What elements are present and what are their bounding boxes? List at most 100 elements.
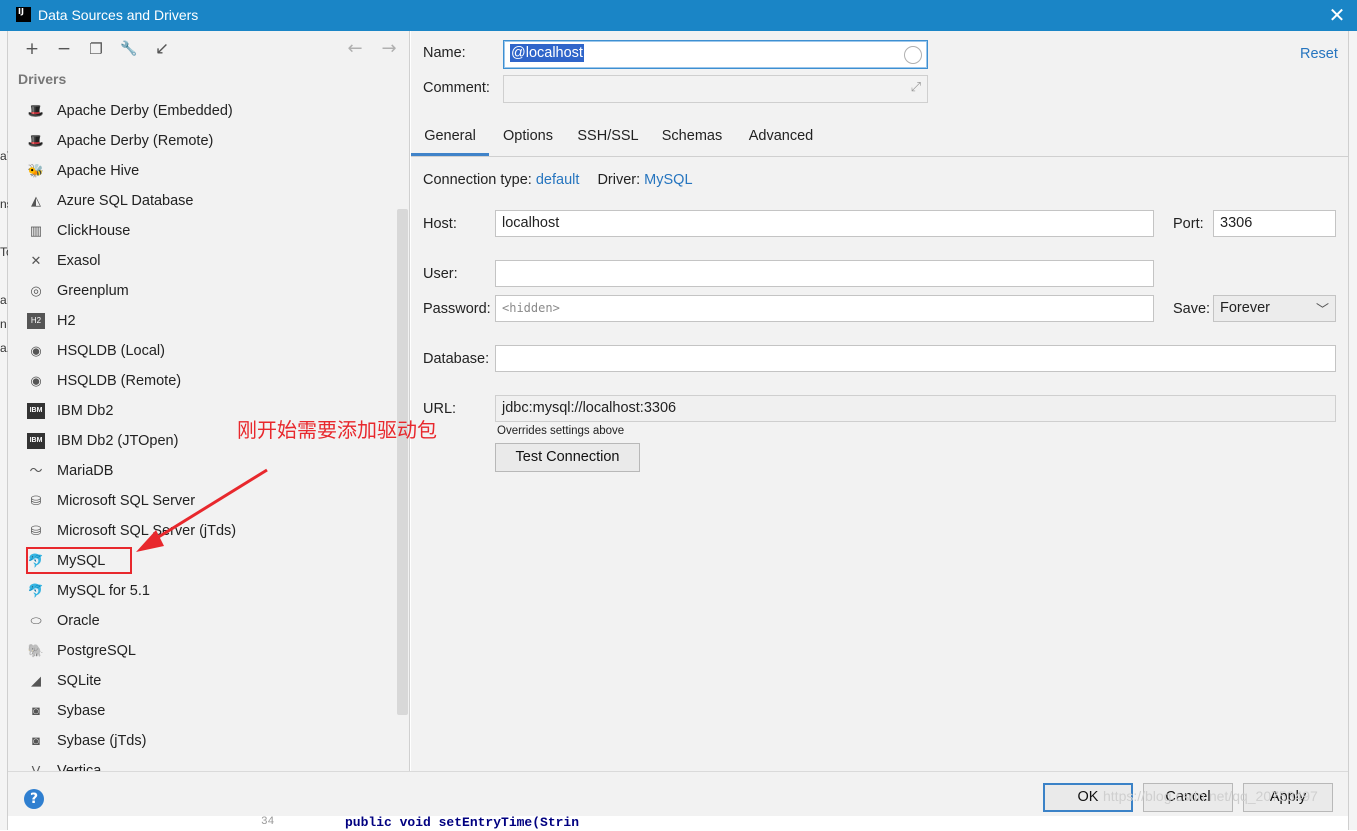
driver-label: Microsoft SQL Server (jTds) <box>57 523 237 539</box>
save-select-value: Forever <box>1220 300 1270 316</box>
driver-item-oracle[interactable]: ⬭ Oracle <box>8 606 396 636</box>
tab-ssh-ssl[interactable]: SSH/SSL <box>571 119 645 156</box>
duplicate-icon[interactable]: ❐ <box>84 37 108 61</box>
driver-item-mysql-for-5-1[interactable]: 🐬 MySQL for 5.1 <box>8 576 396 606</box>
drivers-panel: + − ❐ 🔧 ↙ ← → Drivers 🎩 Apache Derby (Emb… <box>8 31 410 771</box>
tab-general[interactable]: General <box>411 119 489 156</box>
driver-item-sybase-jtds[interactable]: ◙ Sybase (jTds) <box>8 726 396 756</box>
close-icon[interactable]: ✕ <box>1324 3 1350 27</box>
user-input[interactable] <box>495 260 1154 287</box>
code-text: public void setEntryTime(Strin <box>345 815 580 830</box>
driver-label: Microsoft SQL Server <box>57 493 196 509</box>
driver-item-exasol[interactable]: ✕ Exasol <box>8 246 396 276</box>
driver-item-postgresql[interactable]: 🐘 PostgreSQL <box>8 636 396 666</box>
import-icon[interactable]: ↙ <box>150 37 174 61</box>
driver-item-greenplum[interactable]: ◎ Greenplum <box>8 276 396 306</box>
host-input[interactable]: localhost <box>495 210 1154 237</box>
help-icon[interactable]: ? <box>24 789 44 809</box>
color-circle-icon[interactable] <box>904 46 922 64</box>
driver-item-hsqldb-remote[interactable]: ◉ HSQLDB (Remote) <box>8 366 396 396</box>
background-text: n <box>0 317 7 331</box>
derby-icon: 🎩 <box>27 103 45 118</box>
connection-type-link[interactable]: default <box>536 172 580 188</box>
host-label: Host: <box>423 216 457 232</box>
database-label: Database: <box>423 351 490 367</box>
driver-label: PostgreSQL <box>57 643 136 659</box>
driver-item-apache-derby-embedded[interactable]: 🎩 Apache Derby (Embedded) <box>8 96 396 126</box>
driver-item-mariadb[interactable]: 〜 MariaDB <box>8 456 396 486</box>
chevron-down-icon: ﹀ <box>1315 302 1329 317</box>
remove-icon[interactable]: − <box>52 37 76 61</box>
database-input[interactable] <box>495 345 1336 372</box>
comment-input[interactable]: ⤢ <box>503 75 928 103</box>
greenplum-icon: ◎ <box>30 283 42 298</box>
driver-label: HSQLDB (Local) <box>57 343 165 359</box>
driver-item-clickhouse[interactable]: ▥ ClickHouse <box>8 216 396 246</box>
window-title: Data Sources and Drivers <box>38 7 199 23</box>
clickhouse-icon: ▥ <box>29 223 43 238</box>
postgresql-icon: 🐘 <box>27 643 45 658</box>
driver-link[interactable]: MySQL <box>644 172 692 188</box>
driver-label: Azure SQL Database <box>57 193 194 209</box>
driver-label: Apache Derby (Remote) <box>57 133 214 149</box>
driver-item-apache-hive[interactable]: 🐝 Apache Hive <box>8 156 396 186</box>
azure-icon: ◭ <box>31 193 41 208</box>
ibm-db2-icon: IBM <box>27 403 45 419</box>
sybase-icon: ◙ <box>32 703 40 718</box>
driver-item-h2[interactable]: H2 H2 <box>8 306 396 336</box>
title-bar: IJ Data Sources and Drivers ✕ <box>0 0 1357 31</box>
tab-schemas[interactable]: Schemas <box>653 119 731 156</box>
hsqldb-icon: ◉ <box>30 343 42 358</box>
port-input[interactable]: 3306 <box>1213 210 1336 237</box>
name-label: Name: <box>423 45 466 61</box>
driver-item-microsoft-sql-server[interactable]: ⛁ Microsoft SQL Server <box>8 486 396 516</box>
driver-label: MySQL for 5.1 <box>57 583 150 599</box>
sqlite-icon: ◢ <box>31 673 41 688</box>
driver-item-sqlite[interactable]: ◢ SQLite <box>8 666 396 696</box>
sybase-icon: ◙ <box>32 733 40 748</box>
name-input[interactable]: @localhost <box>503 40 928 69</box>
expand-icon[interactable]: ⤢ <box>911 74 921 99</box>
driver-label: HSQLDB (Remote) <box>57 373 182 389</box>
driver-item-apache-derby-remote[interactable]: 🎩 Apache Derby (Remote) <box>8 126 396 156</box>
drivers-header: Drivers <box>18 71 67 87</box>
background-text: a <box>0 293 7 307</box>
driver-label: IBM Db2 <box>57 403 114 419</box>
driver-label: Apache Hive <box>57 163 140 179</box>
forward-arrow-icon[interactable]: → <box>377 37 401 61</box>
driver-item-vertica[interactable]: V Vertica <box>8 756 396 771</box>
driver-label: Oracle <box>57 613 100 629</box>
test-connection-button[interactable]: Test Connection <box>495 443 640 472</box>
mysql-icon: 🐬 <box>27 583 45 598</box>
driver-label: SQLite <box>57 673 102 689</box>
url-hint: Overrides settings above <box>497 425 625 437</box>
driver-label: Vertica <box>57 763 102 771</box>
url-input[interactable]: jdbc:mysql://localhost:3306 <box>495 395 1336 422</box>
tab-advanced[interactable]: Advanced <box>739 119 823 156</box>
driver-item-azure-sql-database[interactable]: ◭ Azure SQL Database <box>8 186 396 216</box>
comment-label: Comment: <box>423 80 490 96</box>
name-value: @localhost <box>510 44 584 62</box>
driver-item-hsqldb-local[interactable]: ◉ HSQLDB (Local) <box>8 336 396 366</box>
driver-item-microsoft-sql-server-jtds[interactable]: ⛁ Microsoft SQL Server (jTds) <box>8 516 396 546</box>
back-arrow-icon[interactable]: ← <box>343 37 367 61</box>
drivers-scrollbar[interactable] <box>397 209 408 715</box>
line-number: 34 <box>261 816 275 828</box>
driver-item-sybase[interactable]: ◙ Sybase <box>8 696 396 726</box>
password-input[interactable]: <hidden> <box>495 295 1154 322</box>
driver-label: Greenplum <box>57 283 129 299</box>
reset-link[interactable]: Reset <box>1300 46 1338 62</box>
driver-label: Driver: <box>597 172 641 188</box>
tab-options[interactable]: Options <box>493 119 563 156</box>
connection-type-row: Connection type: default Driver: MySQL <box>423 172 693 188</box>
driver-label: Sybase <box>57 703 106 719</box>
tab-bar: General Options SSH/SSL Schemas Advanced <box>411 119 1348 157</box>
add-icon[interactable]: + <box>20 37 44 61</box>
background-editor-right <box>1348 31 1357 830</box>
user-label: User: <box>423 266 458 282</box>
data-source-form: Name: @localhost Reset Comment: ⤢ Genera… <box>411 31 1348 771</box>
exasol-icon: ✕ <box>30 253 42 268</box>
wrench-icon[interactable]: 🔧 <box>117 37 141 61</box>
driver-item-mysql[interactable]: 🐬 MySQL <box>8 546 396 576</box>
save-select[interactable]: Forever ﹀ <box>1213 295 1336 322</box>
